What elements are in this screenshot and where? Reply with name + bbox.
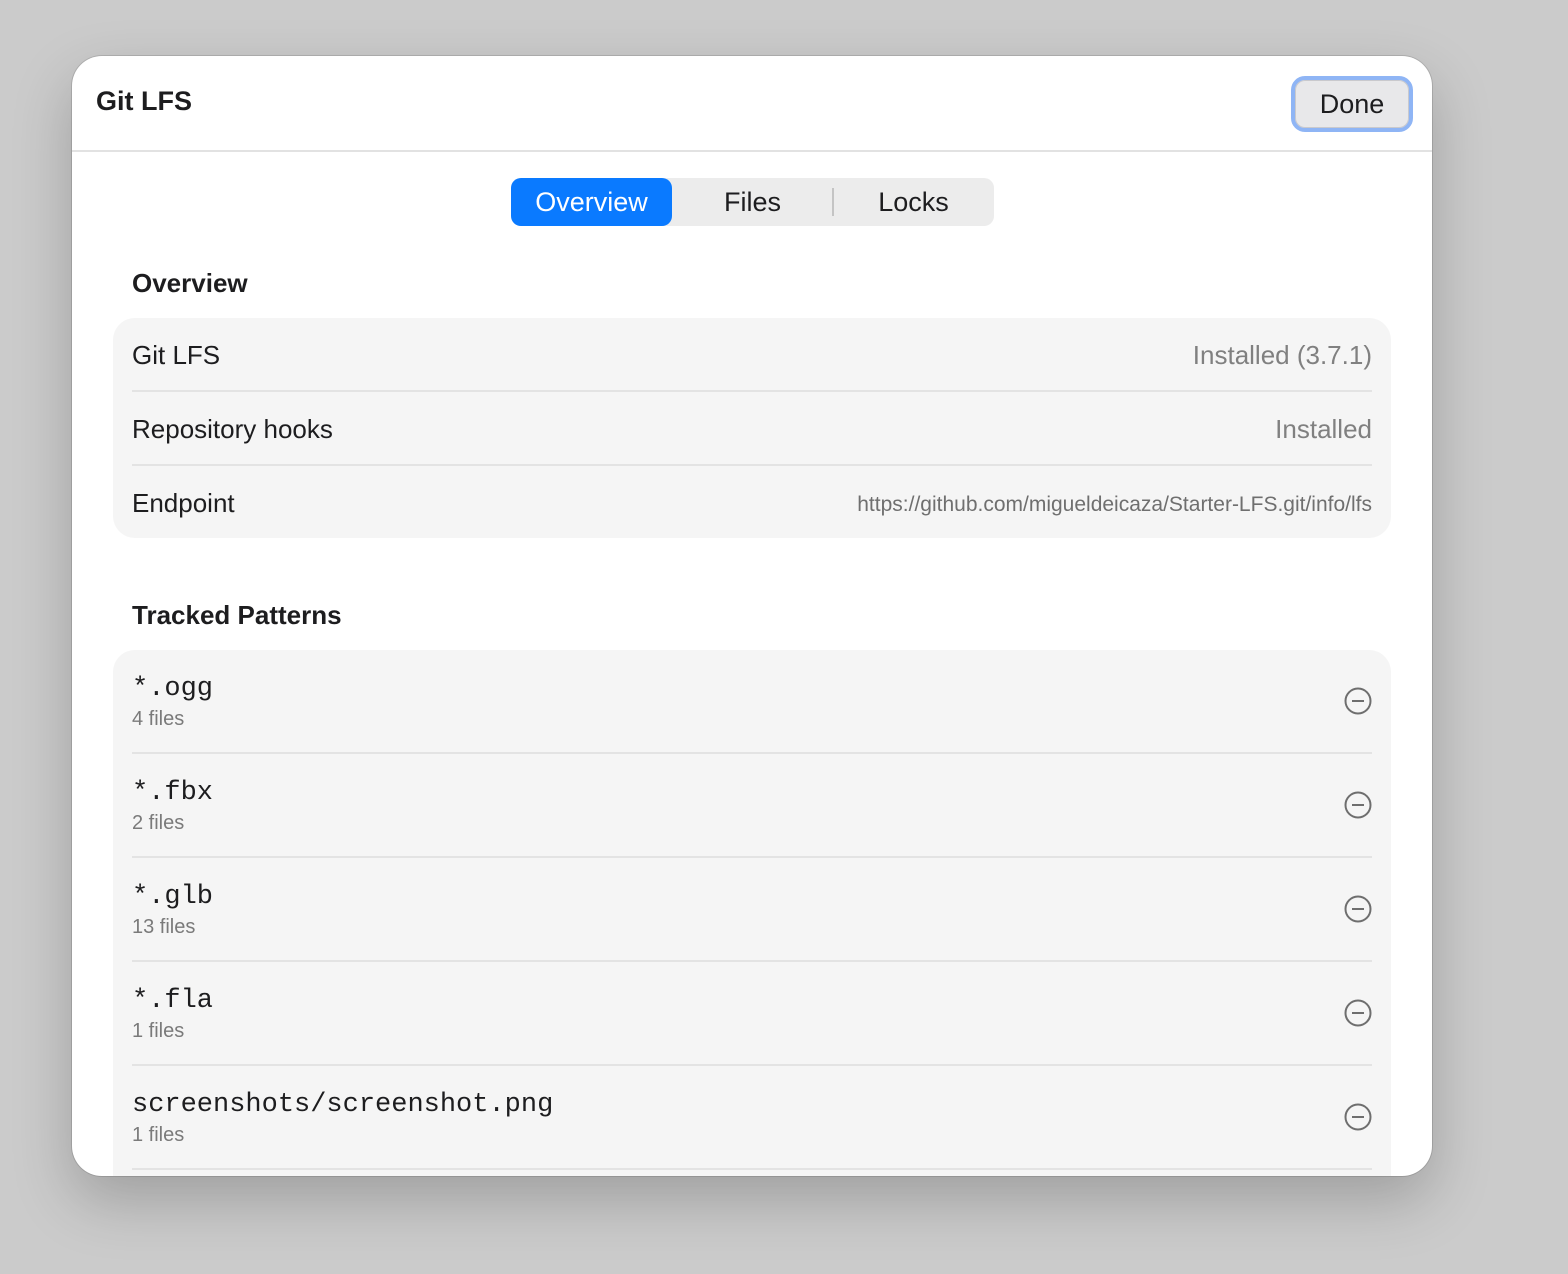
- overview-row-git-lfs: Git LFS Installed (3.7.1): [113, 318, 1391, 392]
- row-value: Installed (3.7.1): [1192, 340, 1372, 370]
- overview-row-endpoint: Endpoint https://github.com/migueldeicaz…: [113, 466, 1391, 538]
- overview-group: Git LFS Installed (3.7.1) Repository hoo…: [113, 318, 1391, 538]
- overview-heading: Overview: [132, 268, 248, 298]
- pattern-text: *.glb: [132, 882, 214, 912]
- file-count: 1 files: [132, 1124, 185, 1146]
- list-item: *.fbx 2 files: [113, 754, 1391, 858]
- tracked-patterns-group: *.ogg 4 files *.fbx 2 files *.glb 13 fil…: [113, 650, 1391, 1176]
- pattern-text: *.fbx: [132, 778, 214, 808]
- overview-row-hooks: Repository hooks Installed: [113, 392, 1391, 466]
- git-lfs-sheet: Git LFS Done Overview Files Locks Overvi…: [72, 56, 1432, 1176]
- done-button[interactable]: Done: [1291, 76, 1413, 132]
- sheet-header: Git LFS Done: [72, 56, 1432, 152]
- row-label: Repository hooks: [132, 414, 333, 444]
- tracked-patterns-heading: Tracked Patterns: [132, 600, 342, 630]
- tab-locks[interactable]: Locks: [833, 178, 994, 226]
- view-segmented-control: Overview Files Locks: [511, 178, 994, 226]
- row-label: Endpoint: [132, 488, 235, 518]
- minus-circle-icon[interactable]: [1344, 895, 1372, 923]
- row-value: Installed: [1275, 414, 1372, 444]
- list-item: screenshots/screenshot.png 1 files: [113, 1066, 1391, 1170]
- sheet-title: Git LFS: [96, 86, 192, 116]
- tab-files[interactable]: Files: [672, 178, 833, 226]
- tab-overview[interactable]: Overview: [511, 178, 672, 226]
- file-count: 4 files: [132, 708, 185, 730]
- minus-circle-icon[interactable]: [1344, 791, 1372, 819]
- pattern-text: *.ogg: [132, 674, 214, 704]
- list-item: *.fla 1 files: [113, 962, 1391, 1066]
- file-count: 2 files: [132, 812, 185, 834]
- pattern-text: screenshots/screenshot.png: [132, 1090, 554, 1120]
- endpoint-url: https://github.com/migueldeicaza/Starter…: [857, 493, 1372, 516]
- minus-circle-icon[interactable]: [1344, 687, 1372, 715]
- pattern-text: *.fla: [132, 986, 214, 1016]
- file-count: 1 files: [132, 1020, 185, 1042]
- divider: [132, 1168, 1372, 1170]
- minus-circle-icon[interactable]: [1344, 1103, 1372, 1131]
- list-item: *.glb 13 files: [113, 858, 1391, 962]
- file-count: 13 files: [132, 916, 196, 938]
- list-item: *.ogg 4 files: [113, 650, 1391, 754]
- row-label: Git LFS: [132, 340, 221, 370]
- minus-circle-icon[interactable]: [1344, 999, 1372, 1027]
